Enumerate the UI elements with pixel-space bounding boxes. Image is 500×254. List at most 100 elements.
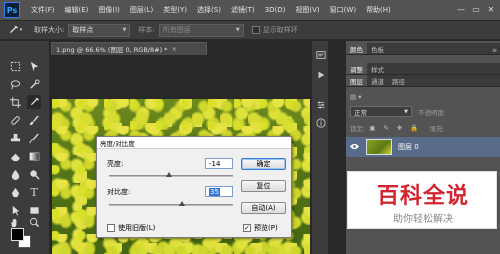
menu-view[interactable]: 视图(V) [290, 5, 324, 15]
eyedropper-tool-icon[interactable] [27, 95, 41, 109]
actions-panel-icon[interactable] [315, 69, 327, 81]
auto-button[interactable]: 自动(A) [241, 202, 286, 214]
brightness-slider-thumb[interactable] [165, 172, 172, 177]
lock-icons[interactable]: ▣ ✎ ✥ 🔒 [369, 124, 421, 132]
tab-layers[interactable]: 图层 [346, 75, 367, 86]
eye-icon[interactable] [346, 143, 362, 152]
checkmark-icon[interactable]: ✓ [243, 224, 251, 232]
tab-adjustments[interactable]: 调整 [346, 63, 367, 74]
preview-checkbox[interactable]: ✓ 预览(P) [243, 223, 278, 233]
blend-mode-select[interactable]: 正常 ▼ [350, 106, 412, 117]
opacity-label: 不透明度: [418, 108, 447, 117]
menu-bar: Ps 文件(F) 编辑(E) 图像(I) 图层(L) 类型(Y) 选择(S) 滤… [0, 0, 500, 20]
history-panel-icon[interactable] [315, 49, 327, 61]
tools-panel: T [0, 41, 50, 254]
options-bar: ▾ 取样大小: 取样点 ▼ 样本: 所有图层 ▼ 显示取样环 [0, 20, 500, 40]
tab-channels[interactable]: 通道 [367, 75, 388, 86]
use-legacy-label: 使用旧版(L) [118, 224, 156, 232]
eyedropper-icon[interactable]: ▾ [4, 23, 26, 37]
menu-3d[interactable]: 3D(D) [260, 6, 291, 14]
window-controls: — ▭ ✕ [455, 3, 497, 15]
checkbox-box[interactable] [107, 224, 115, 232]
blur-tool-icon[interactable] [8, 167, 22, 181]
layer-row[interactable]: 图层 0 [346, 137, 500, 157]
history-brush-icon[interactable] [27, 131, 41, 145]
menu-file[interactable]: 文件(F) [26, 5, 60, 15]
hand-tool-icon[interactable] [8, 215, 22, 229]
type-tool-icon[interactable]: T [27, 185, 41, 199]
crop-tool-icon[interactable] [8, 95, 22, 109]
tab-paths[interactable]: 路径 [388, 75, 409, 86]
fill-label: 填充: [429, 124, 445, 133]
menu-edit[interactable]: 编辑(E) [60, 5, 94, 15]
zoom-tool-icon[interactable] [27, 215, 41, 229]
tab-swatches[interactable]: 色板 [367, 43, 388, 54]
sample-value: 所有图层 [162, 26, 191, 34]
watermark-subtitle: 助你轻松解决 [393, 214, 453, 225]
use-legacy-checkbox[interactable]: 使用旧版(L) [107, 223, 155, 233]
ok-button[interactable]: 确定 [241, 158, 286, 170]
sample-size-select[interactable]: 取样点 ▼ [68, 23, 131, 37]
maximize-button[interactable]: ▭ [470, 3, 482, 15]
menu-help[interactable]: 帮助(H) [361, 5, 396, 15]
eraser-tool-icon[interactable] [8, 149, 22, 163]
gradient-tool-icon[interactable] [27, 149, 41, 163]
brightness-value: -14 [209, 159, 221, 168]
healing-brush-icon[interactable] [8, 113, 22, 127]
sample-select[interactable]: 所有图层 ▼ [158, 23, 244, 37]
document-tab[interactable]: 1.png @ 66.6% (图层 0, RGB/8#) * × [51, 42, 207, 55]
contrast-input[interactable]: 35 [205, 186, 233, 197]
chevron-down-icon: ▼ [404, 108, 408, 115]
brightness-input[interactable]: -14 [205, 158, 233, 169]
contrast-slider-track[interactable] [109, 204, 233, 206]
layer-name: 图层 0 [398, 143, 419, 151]
stamp-tool-icon[interactable] [8, 131, 22, 145]
menu-image[interactable]: 图像(I) [93, 5, 125, 15]
pen-tool-icon[interactable] [8, 185, 22, 199]
menu-filter[interactable]: 滤镜(T) [226, 5, 260, 15]
chevron-down-icon: ▼ [122, 27, 127, 33]
move-tool-icon[interactable] [27, 59, 41, 73]
close-button[interactable]: ✕ [485, 3, 497, 15]
menu-layer[interactable]: 图层(L) [125, 5, 158, 15]
dodge-tool-icon[interactable] [27, 167, 41, 181]
quick-select-tool-icon[interactable] [27, 77, 41, 91]
chevron-down-icon: ▼ [235, 27, 240, 33]
blend-mode-row: 正常 ▼ 不透明度: [346, 105, 500, 118]
color-panel-tabs: 颜色 色板 ≡ [346, 43, 500, 55]
layer-thumbnail [366, 139, 392, 155]
blend-mode-value: 正常 [354, 108, 367, 117]
filter-kind-icon[interactable]: ▤ ▾ [350, 93, 361, 101]
sample-size-value: 取样点 [72, 26, 94, 34]
minimize-button[interactable]: — [455, 3, 467, 15]
properties-panel-icon[interactable] [315, 99, 327, 111]
show-ring-label: 显示取样环 [262, 26, 298, 34]
reset-button[interactable]: 复位 [241, 180, 286, 192]
menu-select[interactable]: 选择(S) [192, 5, 226, 15]
contrast-slider-thumb[interactable] [179, 201, 186, 206]
tab-color[interactable]: 颜色 [346, 43, 367, 54]
ps-logo: Ps [4, 2, 20, 18]
collapsed-panels-column [311, 41, 329, 254]
lasso-tool-icon[interactable] [8, 77, 22, 91]
show-ring-checkbox[interactable] [251, 26, 260, 34]
layers-filter-row: ▤ ▾ [346, 90, 500, 103]
sample-label: 样本: [138, 26, 155, 34]
brush-tool-icon[interactable] [27, 113, 41, 127]
menu-window[interactable]: 窗口(W) [325, 5, 361, 15]
tab-styles[interactable]: 样式 [367, 63, 388, 74]
watermark-logo: 百科全说 助你轻松解决 [347, 171, 497, 229]
foreground-color-swatch[interactable] [11, 228, 24, 241]
document-title: 1.png @ 66.6% (图层 0, RGB/8#) * [56, 46, 168, 54]
info-panel-icon[interactable] [315, 117, 327, 129]
marquee-tool-icon[interactable] [8, 59, 22, 73]
lock-row: 锁定: ▣ ✎ ✥ 🔒 填充: [346, 121, 500, 134]
brightness-contrast-dialog: 亮度/对比度 亮度: -14 对比度: 35 确定 复位 自动(A) 使用旧版(… [96, 136, 292, 238]
contrast-value: 35 [209, 187, 220, 196]
close-icon[interactable]: × [171, 45, 176, 53]
adjust-panel-tabs: 调整 样式 [346, 63, 500, 75]
sample-size-label: 取样大小: [34, 26, 65, 34]
menu-type[interactable]: 类型(Y) [158, 5, 192, 15]
panel-menu-icon[interactable]: ≡ [492, 47, 497, 54]
lock-label: 锁定: [350, 124, 366, 133]
